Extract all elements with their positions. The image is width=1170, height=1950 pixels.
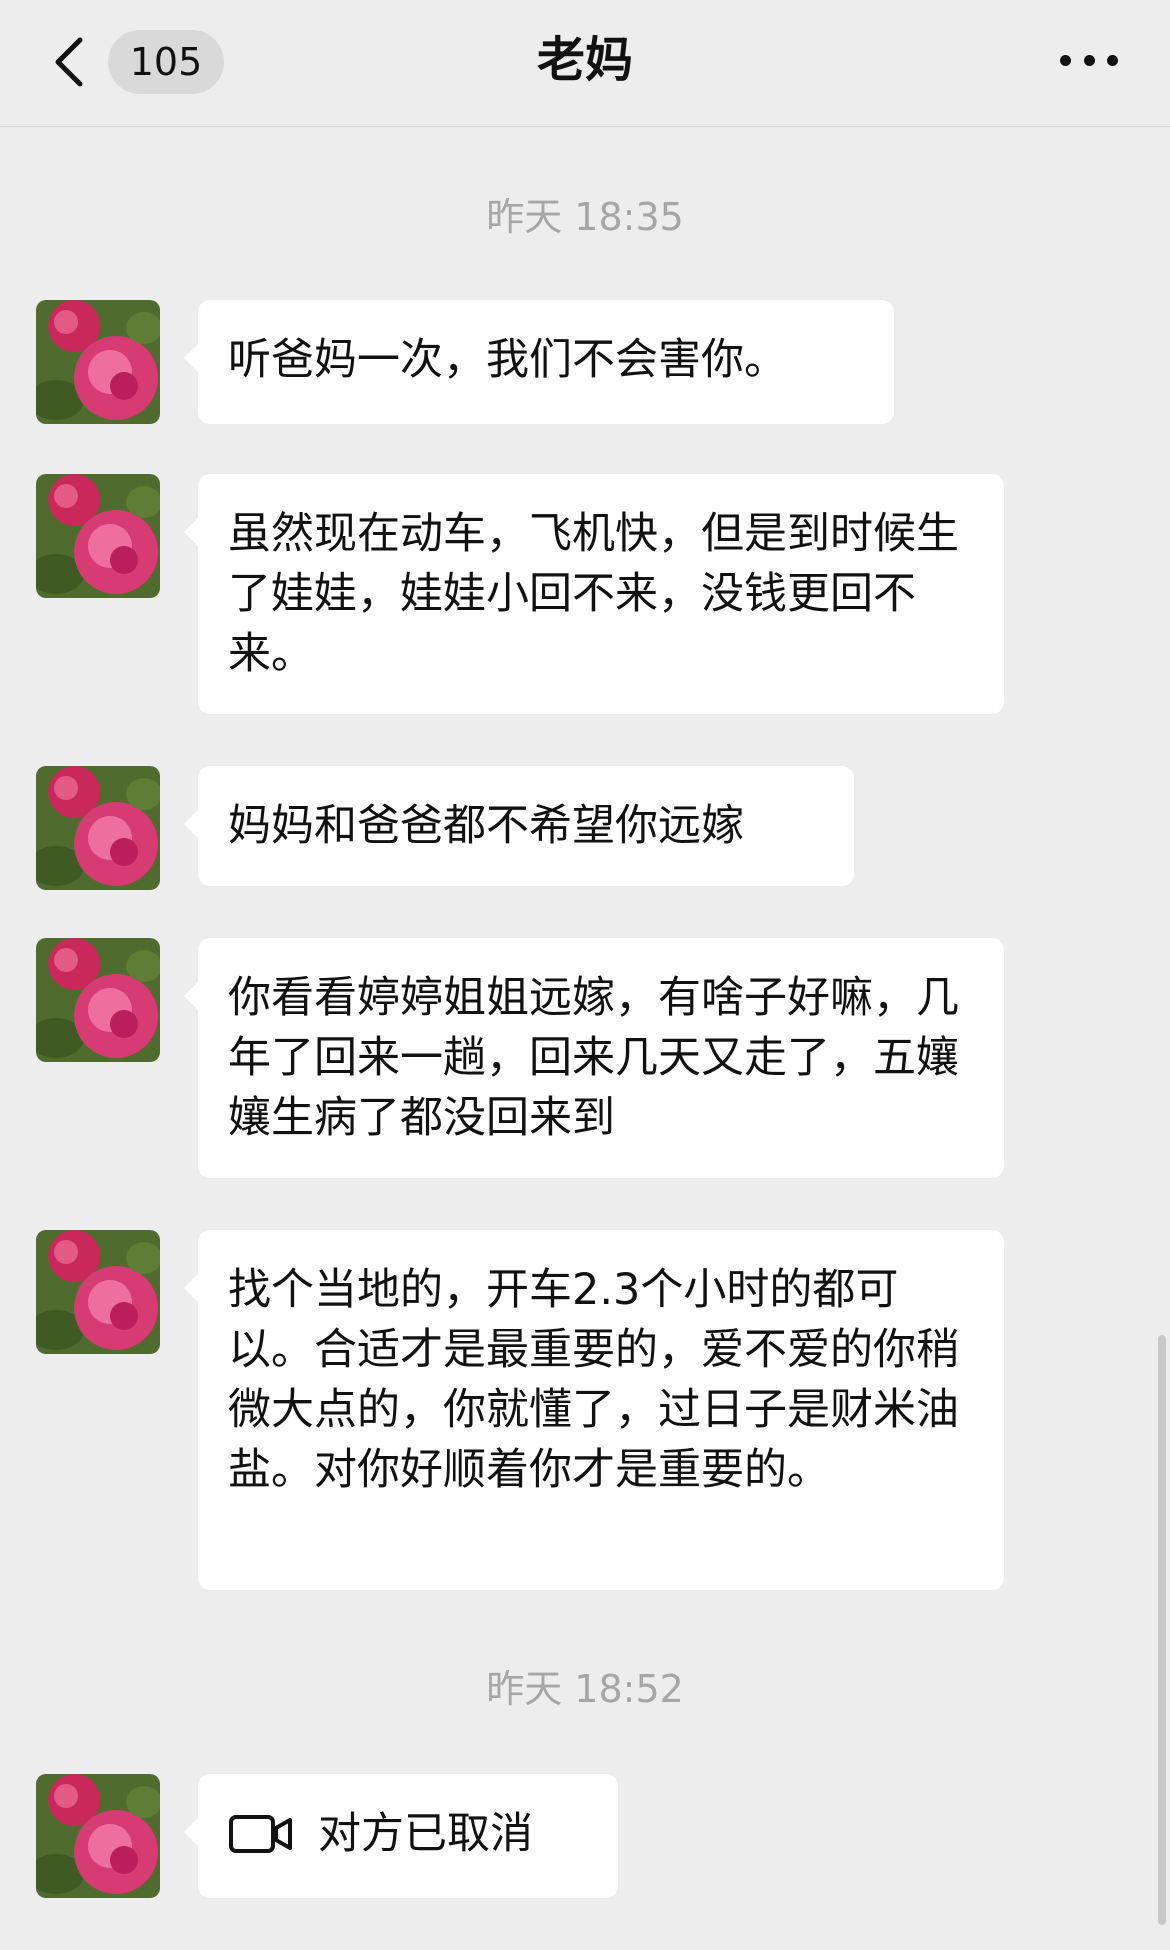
message-bubble[interactable]: 你看看婷婷姐姐远嫁，有啥子好嘛，几年了回来一趟，回来几天又走了，五孃孃生病了都没… — [184, 938, 1004, 1178]
call-status-text: 对方已取消 — [318, 1809, 533, 1859]
contact-avatar[interactable] — [36, 300, 160, 424]
message-text: 听爸妈一次，我们不会害你。 — [228, 335, 787, 385]
contact-avatar[interactable] — [36, 1230, 160, 1354]
message-text: 妈妈和爸爸都不希望你远嫁 — [228, 801, 744, 851]
call-row: 对方已取消 — [228, 1804, 584, 1864]
message-text: 你看看婷婷姐姐远嫁，有啥子好嘛，几年了回来一趟，回来几天又走了，五孃孃生病了都没… — [228, 973, 959, 1143]
nav-bar: 105 老妈 — [0, 0, 1170, 127]
message-bubble[interactable]: 找个当地的，开车2.3个小时的都可以。合适才是最重要的，爱不爱的你稍微大点的，你… — [184, 1230, 1004, 1590]
timestamp: 昨天 18:35 — [486, 195, 684, 239]
timestamp: 昨天 18:52 — [486, 1667, 684, 1711]
contact-avatar[interactable] — [36, 474, 160, 598]
message-text: 虽然现在动车，飞机快，但是到时候生了娃娃，娃娃小回不来，没钱更回不来。 — [228, 509, 959, 679]
scrollbar[interactable] — [1158, 1335, 1166, 1925]
video-call-icon — [229, 1815, 292, 1853]
message-bubble[interactable]: 虽然现在动车，飞机快，但是到时候生了娃娃，娃娃小回不来，没钱更回不来。 — [184, 474, 1004, 714]
back-chevron-icon[interactable] — [50, 34, 90, 90]
more-options-icon[interactable] — [1060, 52, 1118, 68]
contact-avatar[interactable] — [36, 766, 160, 890]
message-bubble[interactable]: 妈妈和爸爸都不希望你远嫁 — [184, 766, 854, 886]
contact-avatar[interactable] — [36, 938, 160, 1062]
message-bubble[interactable]: 听爸妈一次，我们不会害你。 — [184, 300, 894, 424]
unread-count-badge[interactable]: 105 — [108, 30, 224, 94]
call-message-bubble[interactable]: 对方已取消 — [184, 1774, 618, 1898]
chat-title: 老妈 — [536, 32, 633, 88]
message-text: 找个当地的，开车2.3个小时的都可以。合适才是最重要的，爱不爱的你稍微大点的，你… — [228, 1265, 959, 1495]
contact-avatar[interactable] — [36, 1774, 160, 1898]
